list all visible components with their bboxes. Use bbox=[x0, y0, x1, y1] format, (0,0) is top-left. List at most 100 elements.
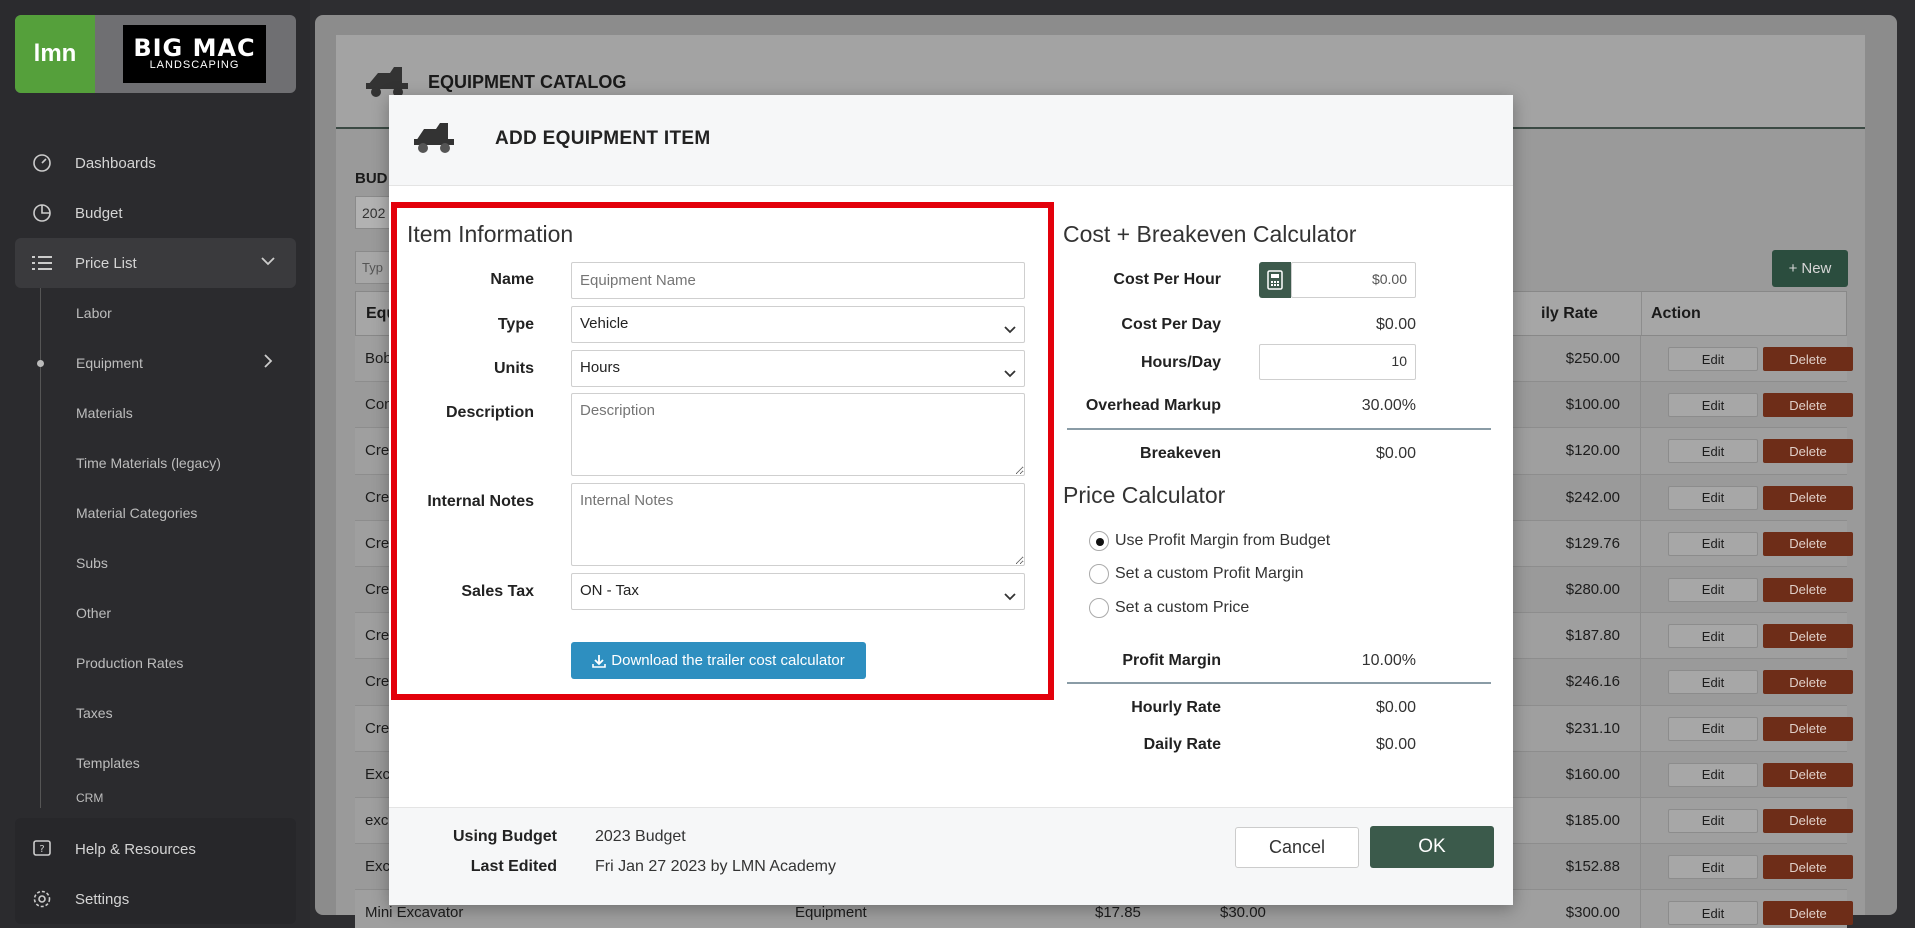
sidebar-item-labor[interactable]: Labor bbox=[15, 288, 296, 338]
last-edited-label: Last Edited bbox=[470, 858, 557, 875]
row-daily-rate: $100.00 bbox=[1565, 396, 1620, 414]
delete-button[interactable]: Delete bbox=[1763, 855, 1853, 880]
daily-rate-value: $0.00 bbox=[1375, 736, 1416, 753]
delete-button[interactable]: Delete bbox=[1763, 901, 1853, 926]
row-name: Mini Excavator bbox=[365, 904, 464, 922]
nav-label: Help & Resources bbox=[75, 840, 196, 858]
delete-button[interactable]: Delete bbox=[1763, 531, 1853, 556]
row-daily-rate: $129.76 bbox=[1565, 534, 1620, 552]
nav-price-list[interactable]: Price List bbox=[15, 238, 296, 288]
delete-button[interactable]: Delete bbox=[1763, 762, 1853, 787]
delete-button[interactable]: Delete bbox=[1763, 670, 1853, 695]
active-dot bbox=[37, 360, 44, 367]
sidebar-item-equipment[interactable]: Equipment bbox=[15, 338, 296, 388]
nav-label: Dashboards bbox=[75, 154, 156, 172]
highlight-box bbox=[391, 202, 1054, 700]
truck-icon bbox=[412, 121, 458, 160]
hours-per-day-label: Hours/Day bbox=[1140, 354, 1221, 371]
last-edited-value: Fri Jan 27 2023 by LMN Academy bbox=[595, 858, 837, 875]
price-calculator-title: Price Calculator bbox=[1063, 482, 1226, 508]
breakeven-title: Cost + Breakeven Calculator bbox=[1063, 221, 1357, 247]
nav-help[interactable]: ? Help & Resources bbox=[15, 824, 296, 874]
row-name: Cre bbox=[365, 719, 390, 737]
edit-button[interactable]: Edit bbox=[1668, 716, 1758, 741]
delete-button[interactable]: Delete bbox=[1763, 808, 1853, 833]
pie-chart-icon bbox=[31, 202, 53, 224]
cancel-button[interactable]: Cancel bbox=[1235, 827, 1359, 868]
new-button[interactable]: + New bbox=[1772, 250, 1848, 287]
calculator-icon[interactable] bbox=[1259, 262, 1291, 298]
radio-custom-margin[interactable] bbox=[1089, 564, 1109, 584]
row-daily-rate: $250.00 bbox=[1565, 350, 1620, 367]
row-name: Cre bbox=[365, 627, 390, 645]
sidebar-item-material-categories[interactable]: Material Categories bbox=[15, 488, 296, 538]
profit-margin-value: 10.00% bbox=[1361, 652, 1416, 669]
row-name: exc bbox=[365, 811, 389, 829]
delete-button[interactable]: Delete bbox=[1763, 716, 1853, 741]
nav-dashboards[interactable]: Dashboards bbox=[15, 138, 296, 188]
row-name: Exc bbox=[365, 765, 391, 783]
sidebar-item-crm[interactable]: CRM bbox=[15, 788, 296, 808]
nav-label: Price List bbox=[75, 254, 137, 272]
edit-button[interactable]: Edit bbox=[1668, 393, 1758, 418]
sidebar-item-production-rates[interactable]: Production Rates bbox=[15, 638, 296, 688]
edit-button[interactable]: Edit bbox=[1668, 901, 1758, 926]
help-icon: ? bbox=[31, 838, 53, 860]
edit-button[interactable]: Edit bbox=[1668, 808, 1758, 833]
main-nav: Dashboards Budget Price List Labor Equip… bbox=[15, 138, 296, 808]
delete-button[interactable]: Delete bbox=[1763, 439, 1853, 464]
budget-label: BUD bbox=[355, 170, 388, 187]
chevron-right-icon bbox=[260, 353, 276, 372]
radio-use-budget-margin[interactable] bbox=[1089, 531, 1109, 551]
sidebar-item-time-materials[interactable]: Time Materials (legacy) bbox=[15, 438, 296, 488]
gear-icon bbox=[31, 888, 53, 910]
radio-label: Set a custom Price bbox=[1115, 599, 1250, 616]
nav-label: Budget bbox=[75, 204, 123, 222]
row-daily-rate: $152.88 bbox=[1565, 858, 1620, 876]
cost-per-hour-input[interactable]: $0.00 bbox=[1291, 262, 1416, 298]
using-budget-value: 2023 Budget bbox=[595, 828, 686, 845]
radio-custom-price[interactable] bbox=[1089, 598, 1109, 618]
row-name: Cre bbox=[365, 442, 390, 460]
sidebar-item-templates[interactable]: Templates bbox=[15, 738, 296, 788]
row-hourly-rate: $17.85 bbox=[1095, 904, 1141, 922]
radio-label: Use Profit Margin from Budget bbox=[1115, 532, 1331, 549]
nav-budget[interactable]: Budget bbox=[15, 188, 296, 238]
row-daily-rate: $300.00 bbox=[1565, 904, 1620, 922]
edit-button[interactable]: Edit bbox=[1668, 531, 1758, 556]
edit-button[interactable]: Edit bbox=[1668, 762, 1758, 787]
row-name: Bob bbox=[365, 350, 392, 367]
edit-button[interactable]: Edit bbox=[1668, 485, 1758, 510]
delete-button[interactable]: Delete bbox=[1763, 624, 1853, 649]
row-name: Cre bbox=[365, 580, 390, 598]
hours-per-day-input[interactable]: 10 bbox=[1259, 344, 1416, 380]
plus-icon: + bbox=[1788, 260, 1798, 277]
edit-button[interactable]: Edit bbox=[1668, 347, 1758, 371]
row-daily-rate: $280.00 bbox=[1565, 580, 1620, 598]
nav-settings[interactable]: Settings bbox=[15, 874, 296, 924]
row-daily-rate: $185.00 bbox=[1565, 811, 1620, 829]
sidebar-item-taxes[interactable]: Taxes bbox=[15, 688, 296, 738]
edit-button[interactable]: Edit bbox=[1668, 439, 1758, 464]
daily-rate-label: Daily Rate bbox=[1143, 736, 1221, 753]
sidebar-item-subs[interactable]: Subs bbox=[15, 538, 296, 588]
edit-button[interactable]: Edit bbox=[1668, 855, 1758, 880]
row-name: Cre bbox=[365, 673, 390, 691]
edit-button[interactable]: Edit bbox=[1668, 577, 1758, 602]
delete-button[interactable]: Delete bbox=[1763, 577, 1853, 602]
price-list-submenu: Labor Equipment Materials Time Materials… bbox=[15, 288, 296, 808]
sidebar-item-materials[interactable]: Materials bbox=[15, 388, 296, 438]
delete-button[interactable]: Delete bbox=[1763, 485, 1853, 510]
brand-logo[interactable]: lmn BIG MAC LANDSCAPING bbox=[15, 15, 296, 93]
cost-per-day-value: $0.00 bbox=[1375, 316, 1416, 333]
edit-button[interactable]: Edit bbox=[1668, 670, 1758, 695]
edit-button[interactable]: Edit bbox=[1668, 624, 1758, 649]
row-daily-rate: $242.00 bbox=[1565, 488, 1620, 506]
gauge-icon bbox=[31, 152, 53, 174]
delete-button[interactable]: Delete bbox=[1763, 347, 1853, 371]
delete-button[interactable]: Delete bbox=[1763, 393, 1853, 418]
page-title: EQUIPMENT CATALOG bbox=[428, 72, 627, 92]
sidebar-item-other[interactable]: Other bbox=[15, 588, 296, 638]
ok-button[interactable]: OK bbox=[1370, 826, 1494, 868]
row-daily-rate: $246.16 bbox=[1565, 673, 1620, 691]
